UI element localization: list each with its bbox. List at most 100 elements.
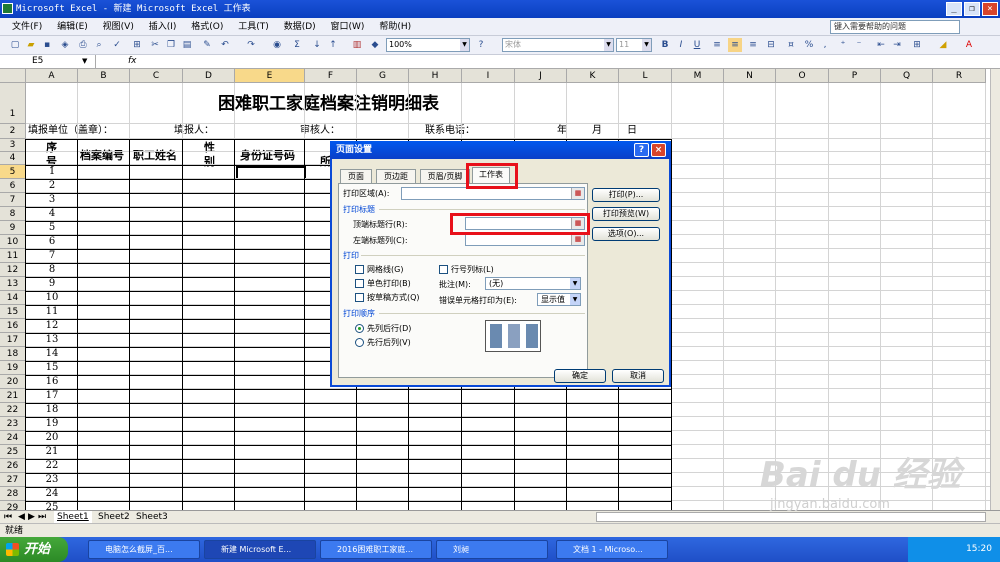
collapse-dialog-icon[interactable]: ▦ — [571, 188, 584, 199]
copy-icon[interactable]: ❐ — [164, 38, 178, 52]
row-header-27[interactable]: 27 — [0, 473, 26, 487]
cancel-button[interactable]: 取消 — [612, 369, 664, 383]
errors-select[interactable]: 显示值 ▼ — [537, 293, 581, 306]
task-excel-new[interactable]: 新建 Microsoft E... — [204, 540, 316, 559]
column-header-n[interactable]: N — [724, 69, 776, 83]
tab-margins[interactable]: 页边距 — [376, 169, 416, 183]
zoom-select[interactable]: 100% ▼ — [386, 38, 470, 52]
row-header-6[interactable]: 6 — [0, 179, 26, 193]
row-header-9[interactable]: 9 — [0, 221, 26, 235]
decrease-indent-icon[interactable]: ⇤ — [874, 38, 888, 52]
gridlines-checkbox[interactable] — [355, 265, 364, 274]
maximize-button[interactable]: ❐ — [964, 2, 980, 16]
chart-wizard-icon[interactable]: ▥ — [350, 38, 364, 52]
comma-icon[interactable]: , — [818, 38, 832, 52]
hyperlink-icon[interactable]: ◉ — [270, 38, 284, 52]
merge-center-icon[interactable]: ⊟ — [764, 38, 778, 52]
print-button[interactable]: 打印(P)... — [592, 188, 660, 202]
sort-asc-icon[interactable]: ↓ — [310, 38, 324, 52]
row-header-21[interactable]: 21 — [0, 389, 26, 403]
menu-window[interactable]: 窗口(W) — [325, 18, 371, 36]
column-header-h[interactable]: H — [409, 69, 462, 83]
sort-desc-icon[interactable]: ↑ — [326, 38, 340, 52]
column-header-d[interactable]: D — [183, 69, 235, 83]
print-icon[interactable]: ⎙ — [76, 38, 90, 52]
down-then-over-radio[interactable] — [355, 324, 364, 333]
save-icon[interactable]: ▪ — [40, 38, 54, 52]
row-header-7[interactable]: 7 — [0, 193, 26, 207]
column-header-b[interactable]: B — [78, 69, 130, 83]
row-header-24[interactable]: 24 — [0, 431, 26, 445]
column-header-q[interactable]: Q — [881, 69, 933, 83]
draft-quality-checkbox[interactable] — [355, 293, 364, 302]
column-header-m[interactable]: M — [672, 69, 724, 83]
column-header-i[interactable]: I — [462, 69, 515, 83]
column-header-o[interactable]: O — [776, 69, 829, 83]
align-left-icon[interactable]: ≡ — [710, 38, 724, 52]
font-color-icon[interactable]: A — [962, 38, 976, 52]
font-size-select[interactable]: 11 ▼ — [616, 38, 652, 52]
row-header-28[interactable]: 28 — [0, 487, 26, 501]
decrease-decimal-icon[interactable]: ⁻ — [852, 38, 866, 52]
menu-insert[interactable]: 插入(I) — [143, 18, 183, 36]
sheet-tab-3[interactable]: Sheet3 — [134, 511, 170, 523]
fill-color-icon[interactable]: ◢ — [936, 38, 950, 52]
next-sheet-icon[interactable]: ▶ — [28, 511, 35, 523]
align-center-icon[interactable]: ≡ — [728, 38, 742, 52]
bold-icon[interactable]: B — [658, 38, 672, 52]
menu-file[interactable]: 文件(F) — [0, 18, 48, 36]
spelling-icon[interactable]: ✓ — [110, 38, 124, 52]
column-header-j[interactable]: J — [515, 69, 567, 83]
row-header-15[interactable]: 15 — [0, 305, 26, 319]
comments-select[interactable]: (无) ▼ — [485, 277, 581, 290]
tab-header-footer[interactable]: 页眉/页脚 — [420, 169, 470, 183]
menu-tools[interactable]: 工具(T) — [232, 18, 275, 36]
tab-page[interactable]: 页面 — [340, 169, 372, 183]
menu-format[interactable]: 格式(O) — [185, 18, 229, 36]
print-preview-icon[interactable]: ⌕ — [92, 38, 106, 52]
column-header-g[interactable]: G — [357, 69, 409, 83]
open-icon[interactable]: ▰ — [24, 38, 38, 52]
row-header-29[interactable]: 29 — [0, 501, 26, 510]
task-word-doc[interactable]: 文档 1 - Microso... — [556, 540, 668, 559]
start-button[interactable]: 开始 — [0, 537, 68, 562]
chevron-down-icon[interactable]: ▼ — [82, 55, 87, 68]
row-header-17[interactable]: 17 — [0, 333, 26, 347]
row-header-16[interactable]: 16 — [0, 319, 26, 333]
row-header-25[interactable]: 25 — [0, 445, 26, 459]
collapse-dialog-icon[interactable]: ▦ — [571, 234, 584, 245]
print-preview-button[interactable]: 打印预览(W) — [592, 207, 660, 221]
sheet-tab-2[interactable]: Sheet2 — [96, 511, 132, 523]
column-header-e[interactable]: E — [235, 69, 305, 83]
menu-help[interactable]: 帮助(H) — [373, 18, 417, 36]
align-right-icon[interactable]: ≡ — [746, 38, 760, 52]
italic-icon[interactable]: I — [674, 38, 688, 52]
black-white-checkbox[interactable] — [355, 279, 364, 288]
row-header-4[interactable]: 4 — [0, 152, 26, 165]
undo-icon[interactable]: ↶ — [218, 38, 232, 52]
row-header-2[interactable]: 2 — [0, 124, 26, 139]
row-header-14[interactable]: 14 — [0, 291, 26, 305]
row-header-13[interactable]: 13 — [0, 277, 26, 291]
task-liuchang[interactable]: 刘昶 — [436, 540, 548, 559]
column-header-r[interactable]: R — [933, 69, 986, 83]
cut-icon[interactable]: ✂ — [148, 38, 162, 52]
borders-icon[interactable]: ⊞ — [910, 38, 924, 52]
dialog-close-button[interactable]: × — [651, 143, 666, 157]
font-select[interactable]: 宋体 ▼ — [502, 38, 614, 52]
menu-data[interactable]: 数据(D) — [278, 18, 322, 36]
menu-view[interactable]: 视图(V) — [97, 18, 140, 36]
drawing-icon[interactable]: ◆ — [368, 38, 382, 52]
row-header-11[interactable]: 11 — [0, 249, 26, 263]
column-header-k[interactable]: K — [567, 69, 619, 83]
redo-icon[interactable]: ↷ — [244, 38, 258, 52]
fx-label[interactable]: fx — [128, 55, 137, 68]
formula-input[interactable] — [145, 55, 985, 68]
increase-indent-icon[interactable]: ⇥ — [890, 38, 904, 52]
new-icon[interactable]: ▢ — [8, 38, 22, 52]
task-browser[interactable]: 电脑怎么截屏_百... — [88, 540, 200, 559]
help-search-input[interactable]: 键入需要帮助的问题 — [830, 20, 960, 34]
row-col-headings-checkbox[interactable] — [439, 265, 448, 274]
paste-icon[interactable]: ▤ — [180, 38, 194, 52]
over-then-down-radio[interactable] — [355, 338, 364, 347]
